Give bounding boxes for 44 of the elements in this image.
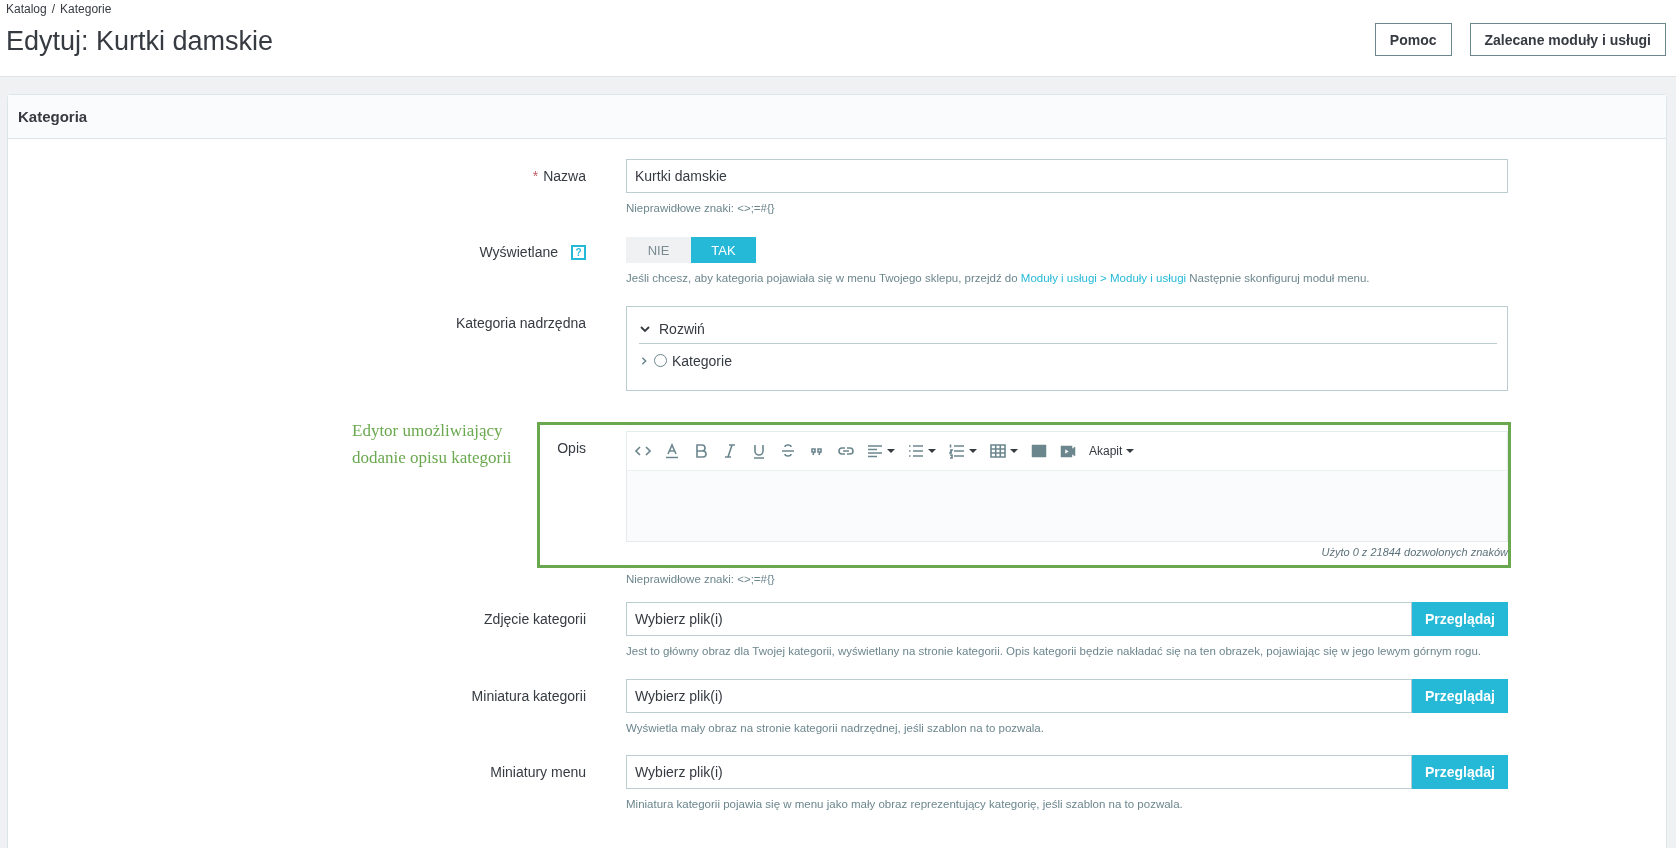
tree-node-label[interactable]: Kategorie (672, 352, 732, 369)
field-label: Opis (557, 439, 586, 456)
character-counter: Użyto 0 z 21844 dozwolonych znaków (1320, 545, 1508, 558)
help-text: Jeśli chcesz, aby kategoria pojawiała się w menu Twojego sklepu, przejdź do Moduły i usługi > Moduły i usługi Następnie skonfiguruj moduł menu. (626, 271, 1371, 287)
help-text: Nieprawidłowe znaki: <>;=#{} (626, 571, 776, 587)
annotation-text: Edytor umożliwiający dodanie opisu kategorii (352, 419, 513, 469)
paragraph-dropdown[interactable]: Akapit (1089, 443, 1123, 458)
video-icon[interactable] (1060, 442, 1076, 459)
field-label: Miniatura kategorii (471, 687, 586, 704)
strikethrough-icon[interactable] (780, 442, 796, 459)
field-label: Kategoria nadrzędna (456, 314, 586, 331)
file-input-field[interactable]: Wybierz plik(i) (626, 754, 1412, 789)
page-title: Edytuj: Kurtki damskie (6, 25, 274, 57)
italic-icon[interactable] (722, 442, 738, 459)
help-text: Miniatura kategorii pojawia się w menu jako mały obraz reprezentujący kategorię, jeśli szablon na to pozwala. (626, 796, 1184, 812)
required-mark: * (532, 168, 539, 184)
breadcrumb-link[interactable]: Kategorie (60, 2, 112, 16)
expand-link[interactable]: Rozwiń (659, 320, 705, 337)
caret-icon[interactable] (887, 446, 895, 455)
header-button[interactable]: Zalecane moduły i usługi (1469, 23, 1666, 56)
help-text: Jest to główny obraz dla Twojej kategorii, wyświetlany na stronie kategorii. Opis kategorii będzie nakładać się na ten obrazek, pojawiając się w jego lewym górnym rogu. (626, 644, 1483, 660)
field-label: Miniatury menu (490, 763, 586, 780)
underline-icon[interactable] (751, 442, 767, 459)
card-title: Kategoria (18, 108, 88, 125)
bold-icon[interactable] (693, 442, 709, 459)
file-input-field[interactable]: Wybierz plik(i) (626, 602, 1412, 637)
text-color-icon[interactable] (664, 442, 680, 459)
caret-icon[interactable] (969, 446, 977, 455)
caret-icon[interactable] (1126, 446, 1135, 455)
help-text: Wyświetla mały obraz na stronie kategorii nadrzędnej, jeśli szablon na to pozwala. (626, 720, 1045, 736)
breadcrumb-link[interactable]: Katalog (6, 2, 47, 16)
file-input-field[interactable]: Wybierz plik(i) (626, 678, 1412, 713)
field-label: Wyświetlane (479, 244, 558, 261)
help-text: Nieprawidłowe znaki: <>;=#{} (626, 201, 776, 216)
header-button[interactable]: Pomoc (1374, 23, 1452, 56)
field-label: Zdjęcie kategorii (484, 611, 586, 628)
name-input-field[interactable]: Kurtki damskie (626, 159, 1508, 193)
align-left-icon[interactable] (867, 442, 883, 459)
breadcrumb-separator: / (51, 2, 56, 16)
caret-icon[interactable] (928, 446, 936, 455)
field-label: Nazwa (543, 168, 586, 184)
chevron-right-icon[interactable] (639, 354, 649, 367)
caret-icon[interactable] (1010, 446, 1018, 455)
table-icon[interactable] (990, 442, 1006, 459)
